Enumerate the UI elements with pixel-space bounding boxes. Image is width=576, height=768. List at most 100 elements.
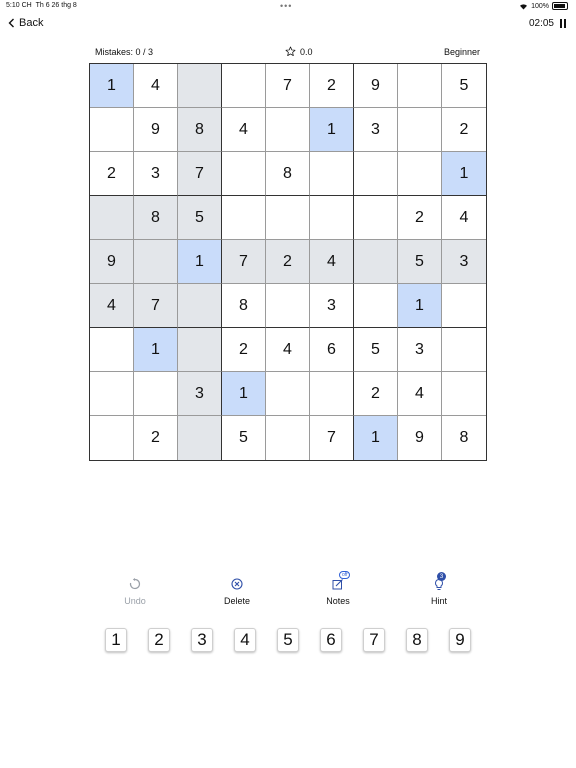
sudoku-cell[interactable] xyxy=(222,196,266,240)
sudoku-cell[interactable]: 1 xyxy=(134,328,178,372)
number-key-9[interactable]: 9 xyxy=(449,628,471,652)
notes-label: Notes xyxy=(326,596,350,606)
sudoku-cell[interactable]: 3 xyxy=(134,152,178,196)
sudoku-cell[interactable]: 3 xyxy=(310,284,354,328)
number-key-4[interactable]: 4 xyxy=(234,628,256,652)
sudoku-cell[interactable] xyxy=(398,64,442,108)
sudoku-cell[interactable]: 2 xyxy=(266,240,310,284)
sudoku-cell[interactable] xyxy=(398,108,442,152)
sudoku-cell[interactable] xyxy=(90,108,134,152)
number-key-3[interactable]: 3 xyxy=(191,628,213,652)
sudoku-cell[interactable]: 1 xyxy=(354,416,398,460)
number-key-1[interactable]: 1 xyxy=(105,628,127,652)
sudoku-cell[interactable]: 5 xyxy=(442,64,486,108)
sudoku-cell[interactable] xyxy=(90,416,134,460)
sudoku-cell[interactable]: 4 xyxy=(90,284,134,328)
sudoku-cell[interactable] xyxy=(398,152,442,196)
sudoku-cell[interactable] xyxy=(178,328,222,372)
sudoku-cell[interactable]: 5 xyxy=(354,328,398,372)
sudoku-cell[interactable]: 2 xyxy=(134,416,178,460)
sudoku-cell[interactable]: 2 xyxy=(398,196,442,240)
sudoku-cell[interactable] xyxy=(222,64,266,108)
number-key-6[interactable]: 6 xyxy=(320,628,342,652)
sudoku-cell[interactable]: 4 xyxy=(310,240,354,284)
sudoku-cell[interactable]: 7 xyxy=(222,240,266,284)
sudoku-cell[interactable]: 3 xyxy=(354,108,398,152)
sudoku-cell[interactable] xyxy=(266,372,310,416)
sudoku-cell[interactable] xyxy=(354,196,398,240)
sudoku-cell[interactable]: 4 xyxy=(222,108,266,152)
sudoku-cell[interactable] xyxy=(266,284,310,328)
sudoku-cell[interactable] xyxy=(442,284,486,328)
sudoku-cell[interactable]: 5 xyxy=(222,416,266,460)
sudoku-cell[interactable] xyxy=(266,108,310,152)
sudoku-cell[interactable]: 9 xyxy=(134,108,178,152)
sudoku-cell[interactable] xyxy=(266,416,310,460)
sudoku-cell[interactable] xyxy=(222,152,266,196)
sudoku-cell[interactable]: 1 xyxy=(178,240,222,284)
sudoku-cell[interactable]: 7 xyxy=(134,284,178,328)
undo-button[interactable]: Undo xyxy=(100,577,170,606)
sudoku-cell[interactable]: 8 xyxy=(222,284,266,328)
sudoku-cell[interactable] xyxy=(442,372,486,416)
sudoku-cell[interactable]: 8 xyxy=(442,416,486,460)
sudoku-cell[interactable] xyxy=(354,152,398,196)
sudoku-cell[interactable]: 2 xyxy=(222,328,266,372)
sudoku-cell[interactable] xyxy=(90,328,134,372)
sudoku-cell[interactable]: 8 xyxy=(266,152,310,196)
back-button[interactable]: Back xyxy=(8,17,43,29)
sudoku-cell[interactable]: 1 xyxy=(222,372,266,416)
sudoku-cell[interactable] xyxy=(266,196,310,240)
status-bar: 5:10 CH Th 6 26 thg 8 ••• 100% xyxy=(0,0,576,14)
sudoku-cell[interactable]: 4 xyxy=(134,64,178,108)
number-key-5[interactable]: 5 xyxy=(277,628,299,652)
sudoku-cell[interactable]: 9 xyxy=(90,240,134,284)
sudoku-cell[interactable]: 4 xyxy=(398,372,442,416)
sudoku-cell[interactable] xyxy=(90,196,134,240)
sudoku-cell[interactable] xyxy=(178,284,222,328)
sudoku-cell[interactable]: 1 xyxy=(398,284,442,328)
sudoku-cell[interactable]: 2 xyxy=(442,108,486,152)
sudoku-cell[interactable]: 3 xyxy=(398,328,442,372)
sudoku-cell[interactable]: 3 xyxy=(178,372,222,416)
delete-button[interactable]: Delete xyxy=(202,577,272,606)
sudoku-cell[interactable] xyxy=(442,328,486,372)
sudoku-cell[interactable] xyxy=(178,416,222,460)
number-key-8[interactable]: 8 xyxy=(406,628,428,652)
number-key-2[interactable]: 2 xyxy=(148,628,170,652)
sudoku-cell[interactable]: 7 xyxy=(178,152,222,196)
pause-icon[interactable] xyxy=(560,19,566,28)
sudoku-cell[interactable]: 2 xyxy=(310,64,354,108)
sudoku-cell[interactable] xyxy=(354,240,398,284)
sudoku-cell[interactable]: 8 xyxy=(178,108,222,152)
sudoku-cell[interactable]: 1 xyxy=(90,64,134,108)
sudoku-cell[interactable]: 4 xyxy=(266,328,310,372)
sudoku-cell[interactable] xyxy=(310,196,354,240)
hint-button[interactable]: 3 Hint xyxy=(404,572,474,606)
sudoku-cell[interactable]: 9 xyxy=(398,416,442,460)
sudoku-cell[interactable]: 7 xyxy=(266,64,310,108)
sudoku-cell[interactable]: 1 xyxy=(310,108,354,152)
sudoku-cell[interactable] xyxy=(310,152,354,196)
sudoku-cell[interactable]: 2 xyxy=(90,152,134,196)
sudoku-cell[interactable]: 9 xyxy=(354,64,398,108)
sudoku-cell[interactable] xyxy=(178,64,222,108)
sudoku-cell[interactable]: 7 xyxy=(310,416,354,460)
multitasking-dots-icon[interactable]: ••• xyxy=(280,1,292,11)
sudoku-cell[interactable]: 8 xyxy=(134,196,178,240)
sudoku-cell[interactable]: 5 xyxy=(178,196,222,240)
sudoku-cell[interactable] xyxy=(134,240,178,284)
sudoku-cell[interactable]: 1 xyxy=(442,152,486,196)
notes-button[interactable]: off Notes xyxy=(303,571,373,606)
sudoku-cell[interactable]: 4 xyxy=(442,196,486,240)
sudoku-cell[interactable] xyxy=(90,372,134,416)
sudoku-cell[interactable]: 6 xyxy=(310,328,354,372)
sudoku-cell[interactable] xyxy=(354,284,398,328)
number-key-7[interactable]: 7 xyxy=(363,628,385,652)
sudoku-cell[interactable] xyxy=(310,372,354,416)
sudoku-cell[interactable] xyxy=(134,372,178,416)
sudoku-cell[interactable]: 2 xyxy=(354,372,398,416)
sudoku-cell[interactable]: 3 xyxy=(442,240,486,284)
sudoku-cell[interactable]: 5 xyxy=(398,240,442,284)
delete-icon xyxy=(230,577,244,591)
